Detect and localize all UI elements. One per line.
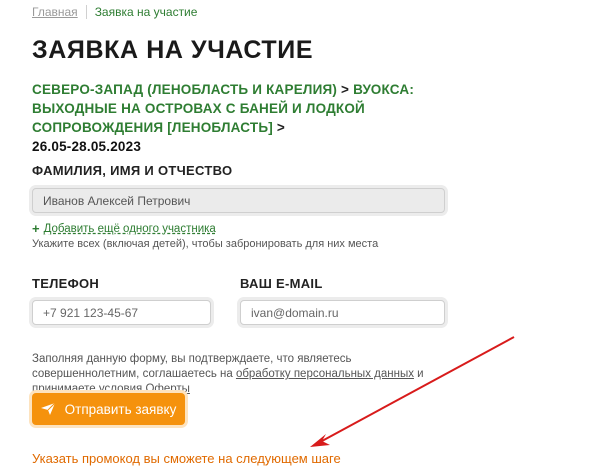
annotation-arrow xyxy=(310,336,515,447)
